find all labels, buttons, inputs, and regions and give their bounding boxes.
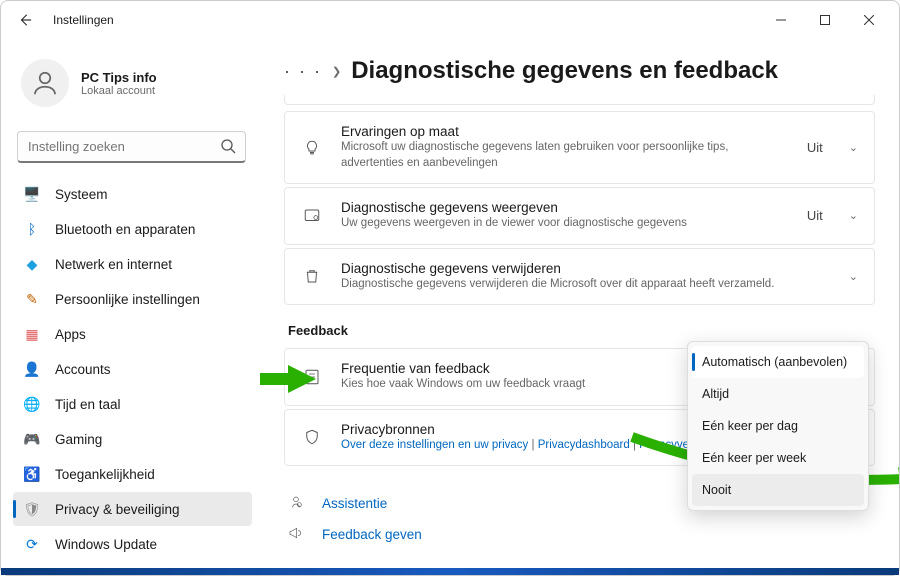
- maximize-icon: [820, 15, 830, 25]
- sidebar-item-label: Persoonlijke instellingen: [55, 292, 200, 307]
- search-input[interactable]: [17, 131, 246, 163]
- card-tailored[interactable]: Ervaringen op maat Microsoft uw diagnost…: [284, 111, 875, 184]
- system-icon: 🖥️: [23, 186, 41, 203]
- card-value: Uit: [807, 140, 823, 155]
- user-name: PC Tips info: [81, 70, 157, 85]
- annotation-arrow: [258, 359, 318, 399]
- apps-icon: ▦: [23, 326, 41, 343]
- sidebar-item-label: Windows Update: [55, 537, 157, 552]
- help-label: Assistentie: [322, 496, 387, 511]
- window-controls: [759, 5, 891, 35]
- window-title: Instellingen: [53, 13, 114, 27]
- chevron-right-icon: ❯: [332, 65, 341, 78]
- breadcrumb-more[interactable]: · · ·: [284, 61, 322, 82]
- sidebar-item-label: Netwerk en internet: [55, 257, 172, 272]
- card-value: Uit: [807, 208, 823, 223]
- dropdown-option[interactable]: Nooit: [692, 474, 864, 506]
- sidebar-item-access[interactable]: ♿ Toegankelijkheid: [13, 457, 252, 491]
- user-sub: Lokaal account: [81, 85, 157, 97]
- give-feedback-link[interactable]: Feedback geven: [284, 519, 875, 550]
- card-title: Diagnostische gegevens weergeven: [341, 200, 789, 215]
- gaming-icon: 🎮: [23, 431, 41, 448]
- access-icon: ♿: [23, 466, 41, 483]
- breadcrumb: · · · ❯ Diagnostische gegevens en feedba…: [284, 57, 875, 85]
- section-label-feedback: Feedback: [288, 323, 875, 338]
- arrow-left-icon: [18, 13, 32, 27]
- card-title: Ervaringen op maat: [341, 124, 789, 139]
- sidebar-item-label: Privacy & beveiliging: [55, 502, 180, 517]
- sidebar-item-system[interactable]: 🖥️ Systeem: [13, 177, 252, 211]
- sidebar-item-label: Systeem: [55, 187, 108, 202]
- search-wrap: [17, 131, 246, 163]
- lightbulb-icon: [301, 139, 323, 157]
- close-icon: [864, 15, 874, 25]
- sidebar-item-label: Toegankelijkheid: [55, 467, 155, 482]
- search-icon: [220, 138, 236, 159]
- dropdown-option[interactable]: Eén keer per dag: [692, 410, 864, 442]
- dropdown-option[interactable]: Eén keer per week: [692, 442, 864, 474]
- card-collapsed-peek[interactable]: [284, 95, 875, 105]
- card-desc: Uw gegevens weergeven in de viewer voor …: [341, 216, 789, 232]
- card-desc: Diagnostische gegevens verwijderen die M…: [341, 277, 831, 293]
- person-icon: [30, 68, 60, 98]
- sidebar-item-update[interactable]: ⟳ Windows Update: [13, 527, 252, 561]
- sidebar-item-privacy[interactable]: 🛡 Privacy & beveiliging: [13, 492, 252, 526]
- shield-icon: [301, 428, 323, 446]
- chevron-down-icon: ⌄: [849, 270, 858, 283]
- sidebar-item-accounts[interactable]: 👤 Accounts: [13, 352, 252, 386]
- sidebar: PC Tips info Lokaal account 🖥️ Systeem ᛒ Bl…: [1, 39, 256, 575]
- sidebar-item-personal[interactable]: ✎ Persoonlijke instellingen: [13, 282, 252, 316]
- chevron-down-icon: ⌄: [849, 209, 858, 222]
- megaphone-icon: [288, 525, 308, 544]
- minimize-button[interactable]: [759, 5, 803, 35]
- sidebar-item-label: Bluetooth en apparaten: [55, 222, 195, 237]
- sidebar-item-label: Accounts: [55, 362, 111, 377]
- card-title: Diagnostische gegevens verwijderen: [341, 261, 831, 276]
- main-panel: · · · ❯ Diagnostische gegevens en feedba…: [256, 39, 899, 575]
- update-icon: ⟳: [23, 536, 41, 553]
- link-dashboard[interactable]: Privacydashboard: [538, 439, 630, 451]
- minimize-icon: [776, 15, 786, 25]
- give-feedback-label: Feedback geven: [322, 527, 422, 542]
- link-about-settings[interactable]: Over deze instellingen en uw privacy: [341, 439, 528, 451]
- sidebar-item-time[interactable]: 🌐 Tijd en taal: [13, 387, 252, 421]
- trash-icon: [301, 267, 323, 285]
- dashboard-icon: [301, 207, 323, 225]
- time-icon: 🌐: [23, 396, 41, 413]
- taskbar-edge: [1, 568, 899, 575]
- network-icon: ◆: [23, 256, 41, 273]
- nav-list: 🖥️ Systeem ᛒ Bluetooth en apparaten ◆ Netwerk…: [13, 177, 252, 562]
- accounts-icon: 👤: [23, 361, 41, 378]
- help-icon: [288, 494, 308, 513]
- sidebar-item-label: Tijd en taal: [55, 397, 121, 412]
- bluetooth-icon: ᛒ: [23, 221, 41, 237]
- maximize-button[interactable]: [803, 5, 847, 35]
- sidebar-item-apps[interactable]: ▦ Apps: [13, 317, 252, 351]
- card-desc: Microsoft uw diagnostische gegevens late…: [341, 140, 789, 171]
- card-delete[interactable]: Diagnostische gegevens verwijderen Diagn…: [284, 248, 875, 306]
- feedback-freq-dropdown: Automatisch (aanbevolen) Altijd Eén keer…: [687, 341, 869, 511]
- page-title: Diagnostische gegevens en feedback: [351, 57, 778, 85]
- sidebar-item-label: Gaming: [55, 432, 102, 447]
- personal-icon: ✎: [23, 291, 41, 308]
- sidebar-item-gaming[interactable]: 🎮 Gaming: [13, 422, 252, 456]
- back-button[interactable]: [9, 4, 41, 36]
- card-view[interactable]: Diagnostische gegevens weergeven Uw gege…: [284, 187, 875, 245]
- dropdown-option[interactable]: Automatisch (aanbevolen): [692, 346, 864, 378]
- sidebar-item-network[interactable]: ◆ Netwerk en internet: [13, 247, 252, 281]
- avatar: [21, 59, 69, 107]
- dropdown-option[interactable]: Altijd: [692, 378, 864, 410]
- sidebar-item-label: Apps: [55, 327, 86, 342]
- user-block[interactable]: PC Tips info Lokaal account: [13, 39, 252, 127]
- titlebar: Instellingen: [1, 1, 899, 39]
- sidebar-item-bluetooth[interactable]: ᛒ Bluetooth en apparaten: [13, 212, 252, 246]
- chevron-down-icon: ⌄: [849, 141, 858, 154]
- privacy-icon: 🛡: [23, 501, 41, 518]
- close-button[interactable]: [847, 5, 891, 35]
